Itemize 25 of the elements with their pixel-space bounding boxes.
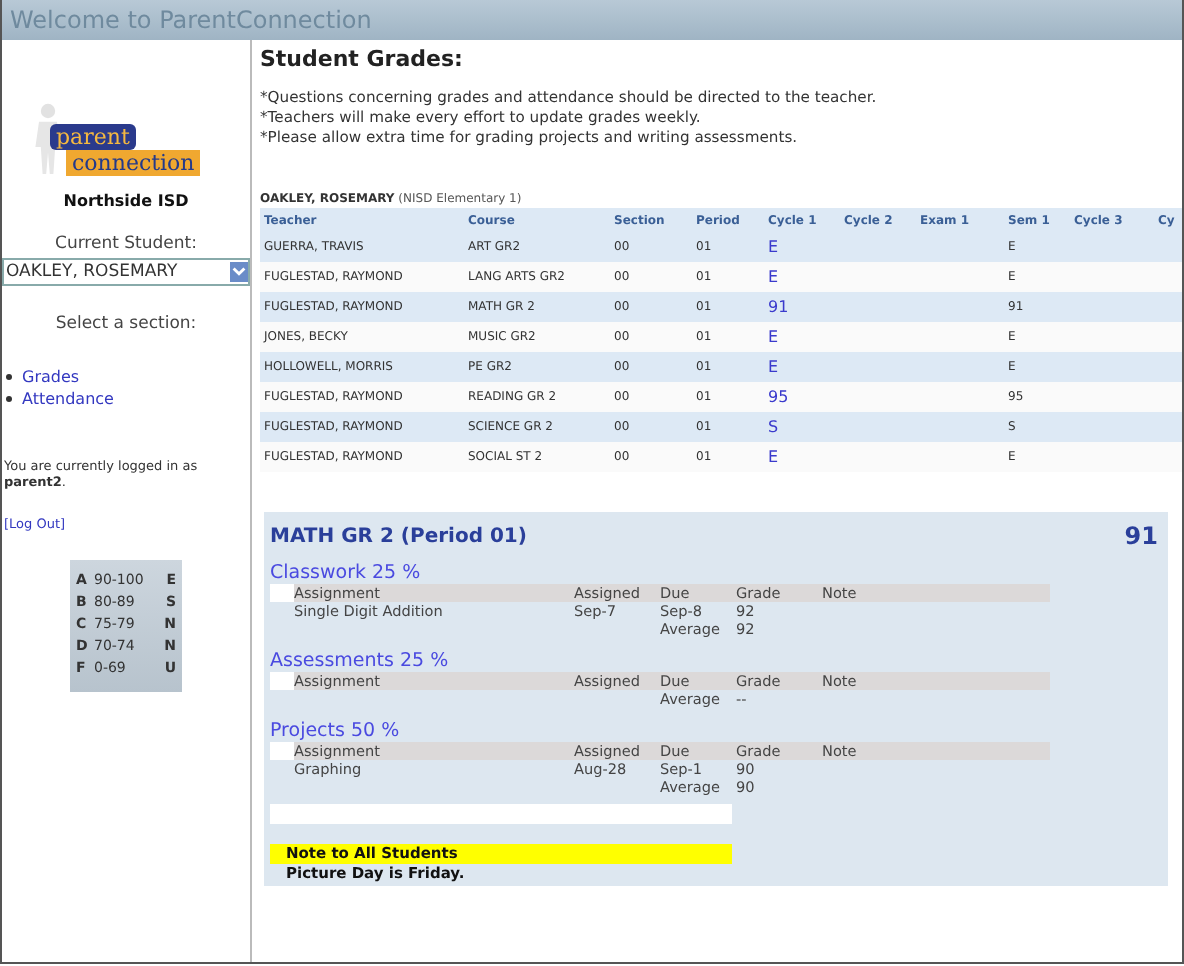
grade-link[interactable]: E: [768, 328, 779, 346]
grade-link[interactable]: 91: [768, 298, 789, 316]
course-grade: 91: [1124, 522, 1158, 550]
window-title: Welcome to ParentConnection: [2, 0, 1182, 40]
logo-text: connection: [66, 150, 201, 176]
grade-link[interactable]: 95: [768, 388, 789, 406]
district-name: Northside ISD: [61, 192, 191, 210]
course-title: MATH GR 2 (Period 01): [270, 525, 527, 547]
category-title: Projects 50 %: [270, 720, 402, 742]
bullet-icon: [6, 396, 12, 402]
grade-link[interactable]: E: [768, 448, 779, 466]
grade-link[interactable]: E: [768, 268, 779, 286]
category-title: Assessments 25 %: [270, 650, 451, 672]
nav-link[interactable]: Attendance: [22, 390, 114, 408]
category-title: Classwork 25 %: [270, 562, 423, 584]
grade-link[interactable]: E: [768, 238, 779, 256]
nav-link[interactable]: Grades: [22, 368, 80, 386]
grade-link[interactable]: E: [768, 358, 779, 376]
student-label: Current Student:: [53, 234, 199, 254]
logo-text: parent: [50, 124, 136, 150]
page-heading: Student Grades:: [260, 46, 465, 72]
grade-link[interactable]: S: [768, 418, 779, 436]
section-label: Select a section:: [53, 314, 199, 334]
student-dropdown[interactable]: OAKLEY, ROSEMARY: [2, 258, 250, 286]
bullet-icon: [6, 374, 12, 380]
